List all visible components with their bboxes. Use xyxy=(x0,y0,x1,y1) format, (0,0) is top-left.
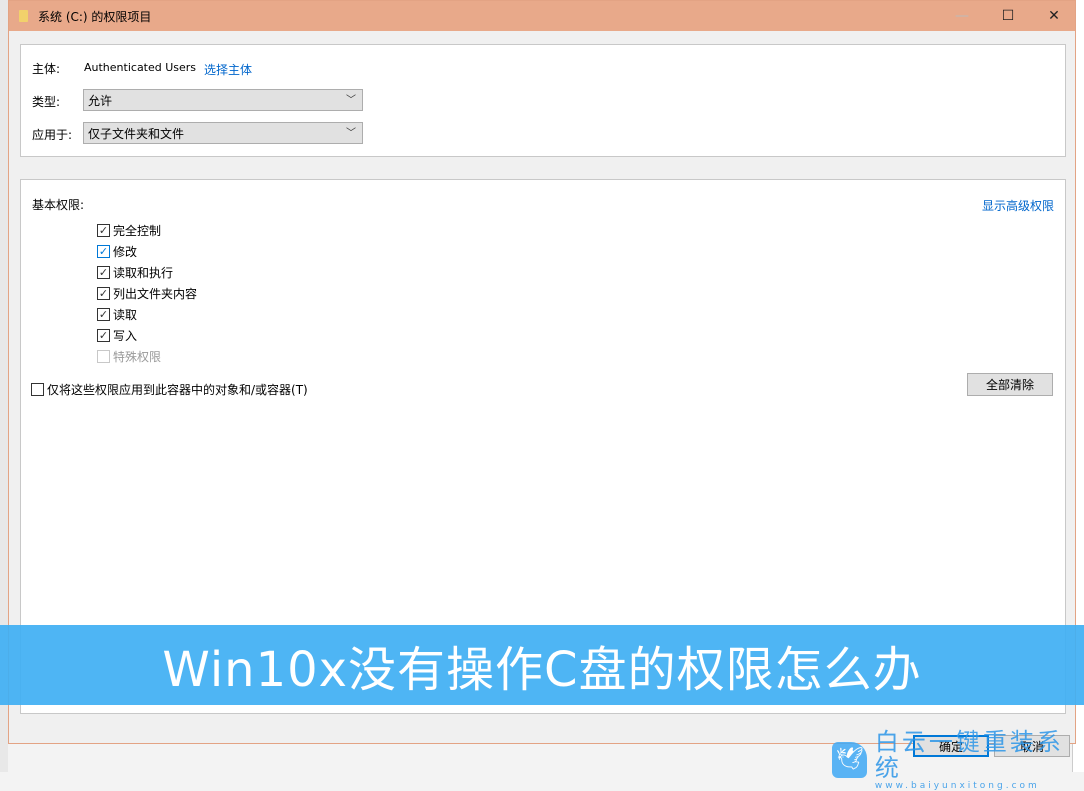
window-title: 系统 (C:) 的权限项目 xyxy=(38,9,152,24)
watermark: 🕊 白云一键重装系统 www.baiyunxitong.com xyxy=(832,729,1084,791)
checkbox-unchecked-icon xyxy=(31,383,44,396)
checkbox-checked-icon: ✓ xyxy=(97,245,110,258)
checkbox-label: 列出文件夹内容 xyxy=(113,287,198,301)
checkbox-label: 仅将这些权限应用到此容器中的对象和/或容器(T) xyxy=(47,383,308,397)
checkbox-checked-icon: ✓ xyxy=(97,287,110,300)
select-principal-link[interactable]: 选择主体 xyxy=(204,61,252,78)
checkbox-label: 完全控制 xyxy=(113,224,162,238)
show-advanced-permissions-link[interactable]: 显示高级权限 xyxy=(982,197,1054,214)
checkbox-label: 读取 xyxy=(113,308,138,322)
checkbox-label: 修改 xyxy=(113,245,138,259)
chevron-down-icon: ﹀ xyxy=(346,95,356,106)
checkbox-read[interactable]: ✓ 读取 xyxy=(97,306,137,323)
minimize-button[interactable]: — xyxy=(939,1,985,31)
checkbox-label: 读取和执行 xyxy=(113,266,174,280)
title-bar: 系统 (C:) 的权限项目 — ☐ ✕ xyxy=(9,1,1075,31)
checkbox-apply-only-container[interactable]: 仅将这些权限应用到此容器中的对象和/或容器(T) xyxy=(31,381,308,398)
principal-panel: 主体: Authenticated Users 选择主体 类型: 允许 ﹀ 应用于… xyxy=(20,44,1066,157)
checkbox-list-folder[interactable]: ✓ 列出文件夹内容 xyxy=(97,285,197,302)
checkbox-checked-icon: ✓ xyxy=(97,224,110,237)
checkbox-checked-icon: ✓ xyxy=(97,308,110,321)
type-label: 类型: xyxy=(32,95,61,109)
principal-label: 主体: xyxy=(32,62,61,76)
bird-logo-icon: 🕊 xyxy=(832,742,867,778)
applies-to-label: 应用于: xyxy=(32,128,73,142)
type-select[interactable]: 允许 ﹀ xyxy=(83,89,363,111)
chevron-down-icon: ﹀ xyxy=(346,128,356,139)
checkbox-label: 写入 xyxy=(113,329,138,343)
watermark-name: 白云一键重装系统 xyxy=(874,728,1064,782)
folder-icon xyxy=(19,10,28,22)
watermark-url: www.baiyunxitong.com xyxy=(874,781,1040,791)
close-button[interactable]: ✕ xyxy=(1031,1,1077,31)
checkbox-read-execute[interactable]: ✓ 读取和执行 xyxy=(97,264,173,281)
checkbox-checked-icon: ✓ xyxy=(97,266,110,279)
checkbox-full-control[interactable]: ✓ 完全控制 xyxy=(97,222,161,239)
principal-value: Authenticated Users xyxy=(84,61,197,74)
clear-all-button[interactable]: 全部清除 xyxy=(967,373,1053,396)
maximize-button[interactable]: ☐ xyxy=(985,1,1031,31)
applies-to-select[interactable]: 仅子文件夹和文件 ﹀ xyxy=(83,122,363,144)
checkbox-write[interactable]: ✓ 写入 xyxy=(97,327,137,344)
checkbox-checked-icon: ✓ xyxy=(97,329,110,342)
checkbox-special: 特殊权限 xyxy=(97,348,161,365)
basic-permissions-heading: 基本权限: xyxy=(32,198,85,212)
checkbox-label: 特殊权限 xyxy=(113,350,162,364)
applies-to-value: 仅子文件夹和文件 xyxy=(88,127,185,141)
checkbox-modify[interactable]: ✓ 修改 xyxy=(97,243,137,260)
type-value: 允许 xyxy=(88,94,113,108)
checkbox-unchecked-icon xyxy=(97,350,110,363)
title-banner: Win10x没有操作C盘的权限怎么办 xyxy=(0,625,1084,705)
